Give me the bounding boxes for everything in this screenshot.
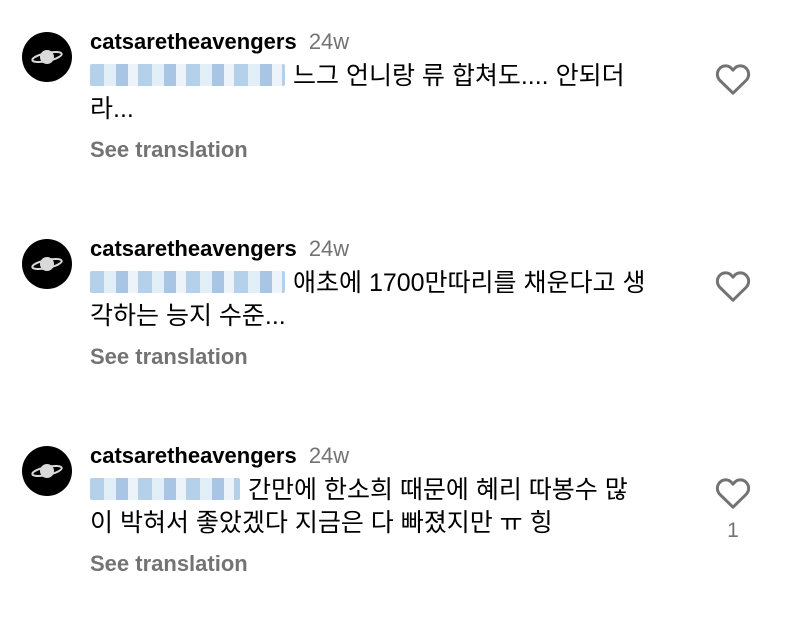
like-count[interactable]: 1 — [713, 519, 753, 543]
comment-line-1: 간만에 한소희 때문에 혜리 따봉수 많 — [248, 476, 628, 504]
see-translation-link[interactable]: See translation — [90, 344, 248, 370]
mention-link[interactable] — [90, 64, 285, 87]
heart-outline-icon[interactable] — [713, 59, 753, 99]
comment-item: catsaretheavengers 24w 애초에 1700만따리를 채운다고… — [0, 236, 786, 429]
timestamp[interactable]: 24w — [309, 29, 349, 54]
comment-header: catsaretheavengers 24w — [90, 235, 349, 263]
comment-line-2: 라... — [90, 95, 134, 123]
comment-item: catsaretheavengers 24w 느그 언니랑 류 합쳐도.... … — [0, 29, 786, 222]
comment-text: 간만에 한소희 때문에 혜리 따봉수 많 이 박혀서 좋았겠다 지금은 다 빠졌… — [90, 474, 680, 540]
username[interactable]: catsaretheavengers — [90, 236, 297, 261]
avatar[interactable] — [22, 446, 72, 496]
comment-text: 애초에 1700만따리를 채운다고 생 각하는 능지 수준... — [90, 267, 680, 333]
saturn-planet-icon — [31, 50, 63, 64]
username[interactable]: catsaretheavengers — [90, 443, 297, 468]
timestamp[interactable]: 24w — [309, 236, 349, 261]
comment-item: catsaretheavengers 24w 간만에 한소희 때문에 혜리 따봉… — [0, 443, 786, 636]
comment-line-1: 애초에 1700만따리를 채운다고 생 — [293, 269, 646, 297]
see-translation-link[interactable]: See translation — [90, 137, 248, 163]
timestamp[interactable]: 24w — [309, 443, 349, 468]
avatar[interactable] — [22, 32, 72, 82]
heart-outline-icon[interactable] — [713, 473, 753, 513]
mention-link[interactable] — [90, 271, 285, 294]
comment-header: catsaretheavengers 24w — [90, 28, 349, 56]
comment-header: catsaretheavengers 24w — [90, 442, 349, 470]
comment-line-2: 이 박혀서 좋았겠다 지금은 다 빠졌지만 ㅠ 힝 — [90, 509, 553, 537]
saturn-planet-icon — [31, 464, 63, 478]
saturn-planet-icon — [31, 257, 63, 271]
username[interactable]: catsaretheavengers — [90, 29, 297, 54]
comment-text: 느그 언니랑 류 합쳐도.... 안되더 라... — [90, 60, 680, 126]
mention-link[interactable] — [90, 478, 240, 501]
comment-line-1: 느그 언니랑 류 합쳐도.... 안되더 — [293, 62, 625, 90]
comment-line-2: 각하는 능지 수준... — [90, 302, 286, 330]
avatar[interactable] — [22, 239, 72, 289]
see-translation-link[interactable]: See translation — [90, 551, 248, 577]
heart-outline-icon[interactable] — [713, 266, 753, 306]
